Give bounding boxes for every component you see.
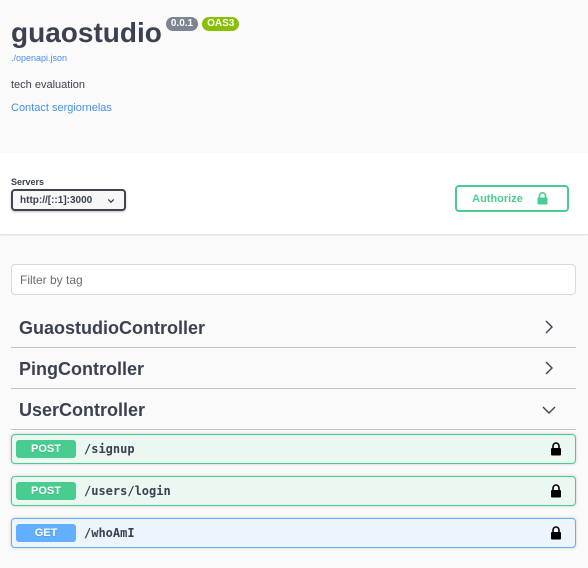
lock-icon — [537, 192, 548, 205]
tag-user-controller[interactable]: UserController — [11, 389, 576, 430]
chevron-right-icon — [545, 361, 553, 375]
method-badge: POST — [16, 440, 76, 458]
spec-url-link[interactable]: ./openapi.json — [11, 53, 67, 63]
api-description: tech evaluation — [11, 79, 85, 91]
operation-path: /whoAmI — [84, 526, 135, 540]
operation-path: /signup — [84, 442, 135, 456]
servers-label: Servers — [11, 177, 45, 187]
tag-ping-controller[interactable]: PingController — [11, 348, 576, 389]
oas-badge: OAS3 — [202, 17, 240, 31]
tag-name: GuaostudioController — [19, 318, 205, 338]
server-select-value: http://[::1]:3000 — [20, 194, 93, 206]
chevron-right-icon — [545, 320, 553, 334]
lock-icon[interactable] — [550, 442, 562, 456]
method-badge: POST — [16, 482, 76, 500]
api-title: guaostudio — [11, 17, 162, 48]
tag-guaostudio-controller[interactable]: GuaostudioController — [11, 307, 576, 348]
scheme-container: Servers http://[::1]:3000 Authorize — [0, 153, 588, 234]
title-row: guaostudio 0.0.1 OAS3 — [11, 16, 240, 50]
operation-path: /users/login — [84, 484, 171, 498]
tag-name: PingController — [19, 359, 144, 379]
authorize-button[interactable]: Authorize — [455, 185, 569, 212]
tag-name: UserController — [19, 400, 146, 420]
server-select[interactable]: http://[::1]:3000 — [11, 189, 126, 211]
filter-by-tag-input[interactable] — [11, 264, 576, 295]
version-badge: 0.0.1 — [165, 17, 199, 31]
lock-icon[interactable] — [550, 484, 562, 498]
chevron-down-icon — [542, 406, 556, 414]
contact-link[interactable]: Contact sergiornelas — [11, 102, 112, 114]
authorize-label: Authorize — [472, 192, 523, 205]
operation-post-signup[interactable]: POST /signup — [11, 434, 576, 464]
operation-post-users-login[interactable]: POST /users/login — [11, 476, 576, 506]
operation-get-whoami[interactable]: GET /whoAmI — [11, 518, 576, 548]
chevron-down-icon — [107, 198, 115, 204]
lock-icon[interactable] — [550, 526, 562, 540]
method-badge: GET — [16, 524, 76, 542]
info-section: guaostudio 0.0.1 OAS3 ./openapi.json tec… — [0, 0, 588, 153]
